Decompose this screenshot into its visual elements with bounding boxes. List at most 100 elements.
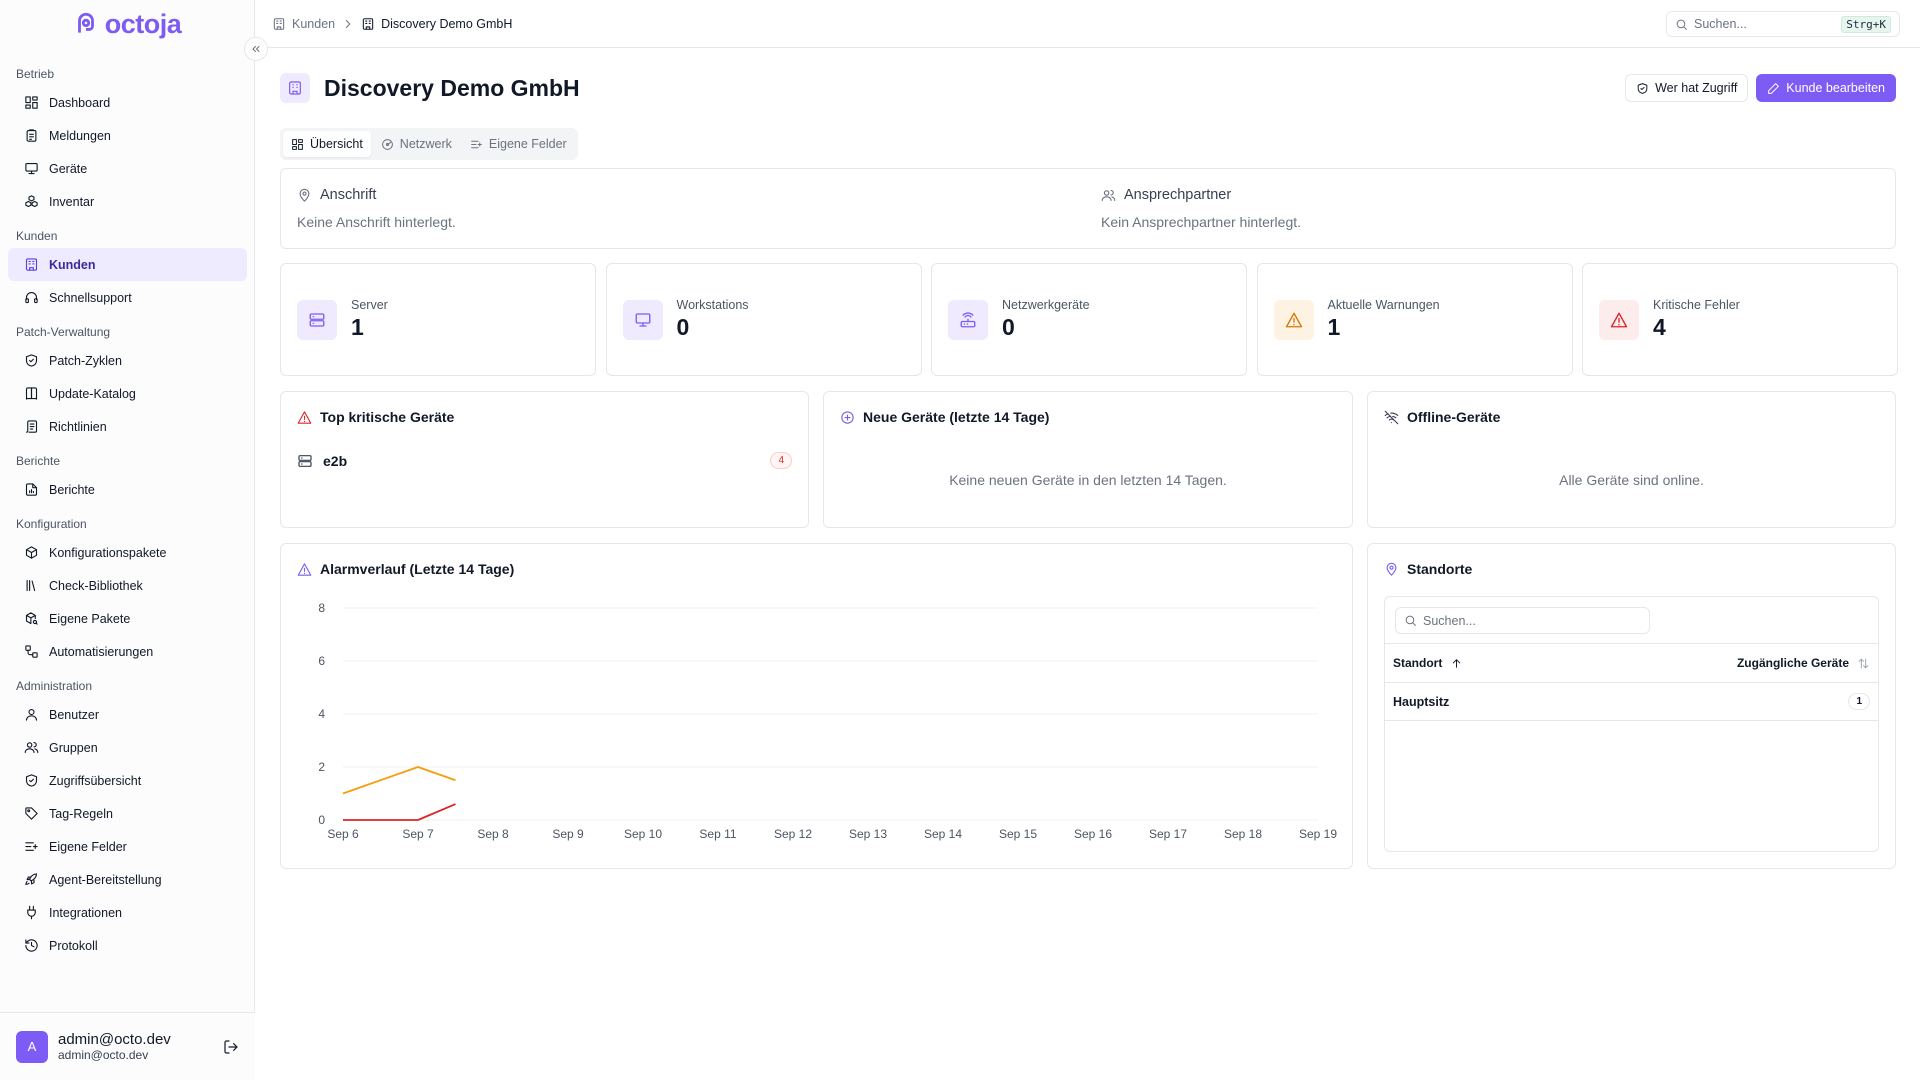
stat-label: Workstations — [676, 298, 749, 312]
nav-group-label: Administration — [16, 679, 93, 693]
sidebar-item-geräte[interactable]: Geräte — [8, 152, 247, 185]
sidebar-item-konfigurationspakete[interactable]: Konfigurationspakete — [8, 536, 247, 569]
stat-card[interactable]: Kritische Fehler 4 — [1582, 263, 1898, 376]
sidebar-item-label: Schnellsupport — [49, 290, 132, 305]
sidebar-item-label: Berichte — [49, 482, 95, 497]
x-tick-label: Sep 10 — [624, 827, 662, 841]
octopus-logo-icon — [73, 11, 99, 37]
x-tick-label: Sep 7 — [402, 827, 434, 841]
user-name: admin@octo.dev — [58, 1031, 171, 1048]
sidebar-item-dashboard[interactable]: Dashboard — [8, 86, 247, 119]
stat-card[interactable]: Aktuelle Warnungen 1 — [1256, 263, 1573, 376]
who-has-access-button[interactable]: Wer hat Zugriff — [1625, 74, 1749, 102]
shield-check-icon — [24, 353, 39, 368]
sidebar-item-label: Kunden — [49, 257, 96, 272]
user-box: A admin@octo.dev admin@octo.dev — [0, 1012, 255, 1080]
breadcrumb-current: Discovery Demo GmbH — [361, 17, 512, 31]
map-pin-icon — [297, 188, 312, 203]
sidebar-item-label: Richtlinien — [49, 419, 107, 434]
tab-network[interactable]: Netzwerk — [373, 131, 460, 157]
locations-card: Standorte Suchen... Standort Zugängliche… — [1367, 543, 1896, 869]
sidebar-item-agent-bereitstellung[interactable]: Agent-Bereitstellung — [8, 863, 247, 896]
page-header: Discovery Demo GmbH Wer hat Zugriff Kund… — [280, 48, 1896, 128]
alarm-chart-svg: 0 2 4 6 8 Sep 6 Sep 7 Sep 8 Sep 9 Sep 10 Sep 11 Sep… — [318, 601, 1337, 841]
collapse-sidebar-button[interactable] — [244, 37, 268, 61]
package-search-icon — [24, 611, 39, 626]
stat-card[interactable]: Server 1 — [280, 263, 596, 376]
breadcrumb-kunden[interactable]: Kunden — [272, 17, 335, 31]
x-tick-label: Sep 18 — [1224, 827, 1262, 841]
package-icon — [24, 545, 39, 560]
customer-info-card: Anschrift Keine Anschrift hinterlegt. An… — [280, 168, 1896, 249]
shield-check-icon — [1636, 82, 1649, 95]
sidebar-item-protokoll[interactable]: Protokoll — [8, 929, 247, 962]
page-title: Discovery Demo GmbH — [324, 74, 580, 101]
warning-icon — [297, 410, 312, 425]
sidebar-item-check-bibliothek[interactable]: Check-Bibliothek — [8, 569, 247, 602]
y-tick-label: 6 — [318, 654, 325, 668]
location-search-input[interactable]: Suchen... — [1395, 607, 1650, 634]
list-item[interactable]: e2b 4 — [297, 452, 792, 469]
x-tick-label: Sep 12 — [774, 827, 812, 841]
sidebar-item-label: Protokoll — [49, 938, 98, 953]
locations-table: Standort Zugängliche Geräte Hauptsitz 1 — [1385, 643, 1878, 721]
sidebar-item-kunden[interactable]: Kunden — [8, 248, 247, 281]
tag-icon — [24, 806, 39, 821]
breadcrumb-label: Discovery Demo GmbH — [381, 16, 513, 31]
tab-overview[interactable]: Übersicht — [283, 131, 371, 157]
card-title: Top kritische Geräte — [320, 409, 455, 425]
stat-label: Kritische Fehler — [1653, 298, 1740, 312]
building-icon — [361, 17, 375, 31]
sidebar-item-gruppen[interactable]: Gruppen — [8, 731, 247, 764]
brand-logo[interactable]: octoja — [0, 0, 254, 48]
arrow-up-icon — [1450, 657, 1463, 670]
table-header: Standort Zugängliche Geräte — [1385, 643, 1878, 683]
building-icon — [280, 73, 310, 103]
logout-icon[interactable] — [223, 1039, 239, 1055]
sidebar-item-eigene-pakete[interactable]: Eigene Pakete — [8, 602, 247, 635]
column-header-devices[interactable]: Zugängliche Geräte — [1737, 656, 1870, 670]
stat-card[interactable]: Netzwerkgeräte 0 — [931, 263, 1247, 376]
locations-table-container: Suchen... Standort Zugängliche Geräte Ha… — [1384, 596, 1879, 852]
sidebar-item-inventar[interactable]: Inventar — [8, 185, 247, 218]
sort-icon — [1857, 657, 1870, 670]
sidebar-item-patch-zyklen[interactable]: Patch-Zyklen — [8, 344, 247, 377]
sidebar-item-zugriffsübersicht[interactable]: Zugriffsübersicht — [8, 764, 247, 797]
sidebar-item-meldungen[interactable]: Meldungen — [8, 119, 247, 152]
sidebar-item-integrationen[interactable]: Integrationen — [8, 896, 247, 929]
plus-circle-icon — [840, 410, 855, 425]
sidebar-item-update-katalog[interactable]: Update-Katalog — [8, 377, 247, 410]
stat-card[interactable]: Workstations 0 — [605, 263, 922, 376]
server-icon — [297, 299, 337, 340]
x-tick-label: Sep 16 — [1074, 827, 1112, 841]
series-line — [343, 803, 456, 821]
global-search-input[interactable]: Suchen... Strg+K — [1666, 11, 1900, 37]
search-placeholder: Suchen... — [1694, 17, 1747, 31]
sidebar-item-berichte[interactable]: Berichte — [8, 473, 247, 506]
history-icon — [24, 938, 39, 953]
column-header-location[interactable]: Standort — [1393, 656, 1737, 670]
stat-label: Server — [351, 298, 388, 312]
table-row[interactable]: Hauptsitz 1 — [1385, 683, 1878, 721]
sidebar-item-label: Dashboard — [49, 95, 111, 110]
x-tick-label: Sep 8 — [477, 827, 509, 841]
sidebar-item-label: Gruppen — [49, 740, 98, 755]
avatar[interactable]: A — [16, 1030, 48, 1063]
sidebar-item-richtlinien[interactable]: Richtlinien — [8, 410, 247, 443]
user-email: admin@octo.dev — [58, 1048, 149, 1062]
nav-group-label: Berichte — [16, 454, 61, 468]
sidebar-item-label: Update-Katalog — [49, 386, 136, 401]
edit-customer-button[interactable]: Kunde bearbeiten — [1756, 74, 1896, 102]
stat-value: 0 — [1002, 314, 1015, 340]
empty-state-text: Alle Geräte sind online. — [1559, 472, 1704, 488]
sidebar-item-benutzer[interactable]: Benutzer — [8, 698, 247, 731]
y-tick-label: 8 — [318, 601, 325, 615]
sidebar-item-schnellsupport[interactable]: Schnellsupport — [8, 281, 247, 314]
pencil-icon — [1767, 82, 1780, 95]
sidebar-item-eigene-felder[interactable]: Eigene Felder — [8, 830, 247, 863]
sidebar-item-automatisierungen[interactable]: Automatisierungen — [8, 635, 247, 668]
sidebar-item-label: Meldungen — [49, 128, 111, 143]
x-tick-label: Sep 6 — [327, 827, 359, 841]
sidebar-item-tag-regeln[interactable]: Tag-Regeln — [8, 797, 247, 830]
tab-custom-fields[interactable]: Eigene Felder — [462, 131, 575, 157]
